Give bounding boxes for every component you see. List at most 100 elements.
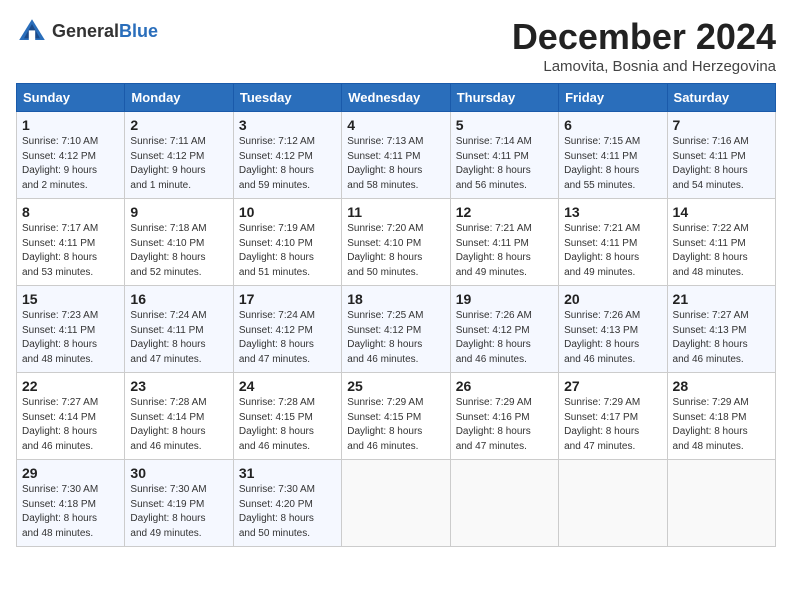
day-number: 19	[456, 291, 553, 307]
logo-text: GeneralBlue	[52, 22, 158, 42]
col-header-saturday: Saturday	[667, 84, 775, 112]
cell-details: Sunrise: 7:29 AMSunset: 4:17 PMDaylight:…	[564, 396, 661, 454]
cell-details: Sunrise: 7:25 AMSunset: 4:12 PMDaylight:…	[347, 309, 444, 367]
calendar-header-row: SundayMondayTuesdayWednesdayThursdayFrid…	[17, 84, 776, 112]
day-number: 3	[239, 117, 336, 133]
calendar-cell: 20 Sunrise: 7:26 AMSunset: 4:13 PMDayligh…	[559, 286, 667, 373]
cell-details: Sunrise: 7:10 AMSunset: 4:12 PMDaylight:…	[22, 135, 119, 193]
cell-details: Sunrise: 7:27 AMSunset: 4:13 PMDaylight:…	[673, 309, 770, 367]
calendar-row: 22 Sunrise: 7:27 AMSunset: 4:14 PMDayligh…	[17, 373, 776, 460]
day-number: 2	[130, 117, 227, 133]
day-number: 30	[130, 465, 227, 481]
cell-details: Sunrise: 7:11 AMSunset: 4:12 PMDaylight:…	[130, 135, 227, 193]
cell-details: Sunrise: 7:29 AMSunset: 4:18 PMDaylight:…	[673, 396, 770, 454]
cell-details: Sunrise: 7:29 AMSunset: 4:15 PMDaylight:…	[347, 396, 444, 454]
day-number: 9	[130, 204, 227, 220]
calendar-table: SundayMondayTuesdayWednesdayThursdayFrid…	[16, 83, 776, 547]
calendar-cell: 27 Sunrise: 7:29 AMSunset: 4:17 PMDayligh…	[559, 373, 667, 460]
calendar-cell: 31 Sunrise: 7:30 AMSunset: 4:20 PMDayligh…	[233, 460, 341, 547]
day-number: 5	[456, 117, 553, 133]
cell-details: Sunrise: 7:27 AMSunset: 4:14 PMDaylight:…	[22, 396, 119, 454]
day-number: 22	[22, 378, 119, 394]
cell-details: Sunrise: 7:23 AMSunset: 4:11 PMDaylight:…	[22, 309, 119, 367]
cell-details: Sunrise: 7:19 AMSunset: 4:10 PMDaylight:…	[239, 222, 336, 280]
cell-details: Sunrise: 7:21 AMSunset: 4:11 PMDaylight:…	[456, 222, 553, 280]
cell-details: Sunrise: 7:16 AMSunset: 4:11 PMDaylight:…	[673, 135, 770, 193]
calendar-cell: 26 Sunrise: 7:29 AMSunset: 4:16 PMDayligh…	[450, 373, 558, 460]
calendar-cell: 23Sunrise: 7:28 AMSunset: 4:14 PMDayligh…	[125, 373, 233, 460]
calendar-cell: 5 Sunrise: 7:14 AMSunset: 4:11 PMDaylight…	[450, 112, 558, 199]
calendar-cell: 28Sunrise: 7:29 AMSunset: 4:18 PMDayligh…	[667, 373, 775, 460]
day-number: 25	[347, 378, 444, 394]
cell-details: Sunrise: 7:17 AMSunset: 4:11 PMDaylight:…	[22, 222, 119, 280]
calendar-cell: 7 Sunrise: 7:16 AMSunset: 4:11 PMDaylight…	[667, 112, 775, 199]
calendar-cell: 24 Sunrise: 7:28 AMSunset: 4:15 PMDayligh…	[233, 373, 341, 460]
calendar-cell: 30Sunrise: 7:30 AMSunset: 4:19 PMDayligh…	[125, 460, 233, 547]
day-number: 7	[673, 117, 770, 133]
day-number: 4	[347, 117, 444, 133]
month-title: December 2024	[512, 16, 776, 58]
page-header: GeneralBlue December 2024 Lamovita, Bosn…	[16, 16, 776, 75]
day-number: 12	[456, 204, 553, 220]
logo: GeneralBlue	[16, 16, 158, 48]
calendar-cell	[559, 460, 667, 547]
calendar-cell: 1 Sunrise: 7:10 AMSunset: 4:12 PMDaylight…	[17, 112, 125, 199]
day-number: 26	[456, 378, 553, 394]
calendar-cell	[450, 460, 558, 547]
day-number: 31	[239, 465, 336, 481]
cell-details: Sunrise: 7:24 AMSunset: 4:12 PMDaylight:…	[239, 309, 336, 367]
calendar-row: 1 Sunrise: 7:10 AMSunset: 4:12 PMDaylight…	[17, 112, 776, 199]
calendar-cell: 18 Sunrise: 7:25 AMSunset: 4:12 PMDayligh…	[342, 286, 450, 373]
day-number: 17	[239, 291, 336, 307]
day-number: 21	[673, 291, 770, 307]
cell-details: Sunrise: 7:12 AMSunset: 4:12 PMDaylight:…	[239, 135, 336, 193]
day-number: 14	[673, 204, 770, 220]
calendar-row: 29Sunrise: 7:30 AMSunset: 4:18 PMDayligh…	[17, 460, 776, 547]
calendar-cell: 19 Sunrise: 7:26 AMSunset: 4:12 PMDayligh…	[450, 286, 558, 373]
calendar-cell	[342, 460, 450, 547]
title-area: December 2024 Lamovita, Bosnia and Herze…	[512, 16, 776, 75]
day-number: 27	[564, 378, 661, 394]
col-header-friday: Friday	[559, 84, 667, 112]
calendar-cell: 12 Sunrise: 7:21 AMSunset: 4:11 PMDayligh…	[450, 199, 558, 286]
calendar-cell: 16Sunrise: 7:24 AMSunset: 4:11 PMDayligh…	[125, 286, 233, 373]
day-number: 8	[22, 204, 119, 220]
cell-details: Sunrise: 7:30 AMSunset: 4:18 PMDaylight:…	[22, 483, 119, 541]
cell-details: Sunrise: 7:14 AMSunset: 4:11 PMDaylight:…	[456, 135, 553, 193]
day-number: 15	[22, 291, 119, 307]
cell-details: Sunrise: 7:28 AMSunset: 4:15 PMDaylight:…	[239, 396, 336, 454]
day-number: 1	[22, 117, 119, 133]
calendar-cell: 8 Sunrise: 7:17 AMSunset: 4:11 PMDaylight…	[17, 199, 125, 286]
cell-details: Sunrise: 7:29 AMSunset: 4:16 PMDaylight:…	[456, 396, 553, 454]
cell-details: Sunrise: 7:15 AMSunset: 4:11 PMDaylight:…	[564, 135, 661, 193]
day-number: 10	[239, 204, 336, 220]
calendar-cell: 10 Sunrise: 7:19 AMSunset: 4:10 PMDayligh…	[233, 199, 341, 286]
cell-details: Sunrise: 7:26 AMSunset: 4:12 PMDaylight:…	[456, 309, 553, 367]
day-number: 23	[130, 378, 227, 394]
col-header-wednesday: Wednesday	[342, 84, 450, 112]
calendar-row: 15 Sunrise: 7:23 AMSunset: 4:11 PMDayligh…	[17, 286, 776, 373]
cell-details: Sunrise: 7:30 AMSunset: 4:20 PMDaylight:…	[239, 483, 336, 541]
cell-details: Sunrise: 7:26 AMSunset: 4:13 PMDaylight:…	[564, 309, 661, 367]
col-header-monday: Monday	[125, 84, 233, 112]
day-number: 20	[564, 291, 661, 307]
cell-details: Sunrise: 7:13 AMSunset: 4:11 PMDaylight:…	[347, 135, 444, 193]
calendar-cell: 14 Sunrise: 7:22 AMSunset: 4:11 PMDayligh…	[667, 199, 775, 286]
col-header-tuesday: Tuesday	[233, 84, 341, 112]
calendar-cell: 13Sunrise: 7:21 AMSunset: 4:11 PMDayligh…	[559, 199, 667, 286]
calendar-cell: 21 Sunrise: 7:27 AMSunset: 4:13 PMDayligh…	[667, 286, 775, 373]
day-number: 6	[564, 117, 661, 133]
day-number: 16	[130, 291, 227, 307]
calendar-row: 8 Sunrise: 7:17 AMSunset: 4:11 PMDaylight…	[17, 199, 776, 286]
cell-details: Sunrise: 7:18 AMSunset: 4:10 PMDaylight:…	[130, 222, 227, 280]
col-header-thursday: Thursday	[450, 84, 558, 112]
day-number: 24	[239, 378, 336, 394]
calendar-cell: 22 Sunrise: 7:27 AMSunset: 4:14 PMDayligh…	[17, 373, 125, 460]
calendar-cell: 3 Sunrise: 7:12 AMSunset: 4:12 PMDaylight…	[233, 112, 341, 199]
day-number: 18	[347, 291, 444, 307]
logo-icon	[16, 16, 48, 48]
calendar-cell: 6 Sunrise: 7:15 AMSunset: 4:11 PMDaylight…	[559, 112, 667, 199]
calendar-cell: 2 Sunrise: 7:11 AMSunset: 4:12 PMDaylight…	[125, 112, 233, 199]
cell-details: Sunrise: 7:22 AMSunset: 4:11 PMDaylight:…	[673, 222, 770, 280]
calendar-cell: 11Sunrise: 7:20 AMSunset: 4:10 PMDayligh…	[342, 199, 450, 286]
